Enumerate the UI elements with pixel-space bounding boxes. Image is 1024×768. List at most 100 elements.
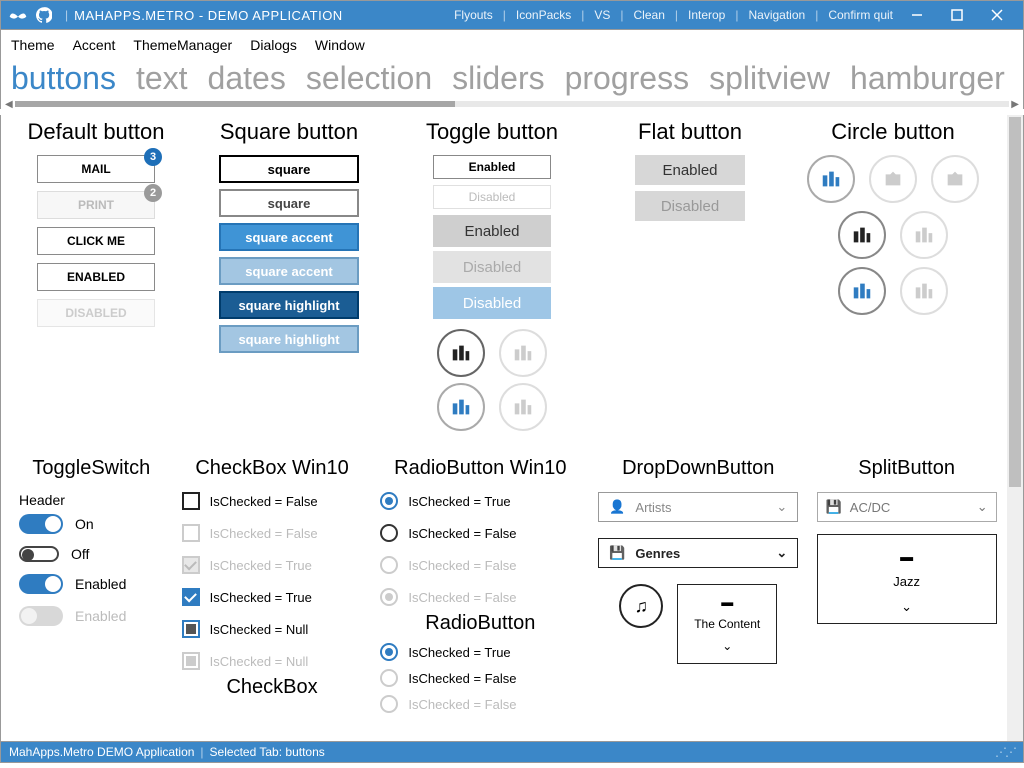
square-accent-button-2[interactable]: square accent — [219, 257, 359, 285]
checkbox-row-4[interactable]: IsChecked = Null — [182, 620, 318, 638]
tab-progress[interactable]: progress — [565, 60, 690, 97]
tab-sliders[interactable]: sliders — [452, 60, 544, 97]
tab-scrollbar-thumb[interactable] — [15, 101, 455, 107]
heading-dropdown-button: DropDownButton — [622, 457, 774, 480]
titlebar-link-clean[interactable]: Clean — [634, 8, 665, 22]
status-app-name: MahApps.Metro DEMO Application — [9, 745, 194, 759]
heading-toggle-button: Toggle button — [426, 119, 558, 145]
radio-icon[interactable] — [380, 669, 398, 687]
tab-buttons[interactable]: buttons — [11, 60, 116, 97]
checkbox-row-1: IsChecked = False — [182, 524, 318, 542]
heading-toggle-switch: ToggleSwitch — [32, 457, 150, 480]
titlebar-link-confirm-quit[interactable]: Confirm quit — [828, 8, 893, 22]
print-badge: 2 — [144, 184, 162, 202]
menu-dialogs[interactable]: Dialogs — [250, 37, 297, 53]
toggle-circle-1[interactable] — [437, 329, 485, 377]
section-radiobutton-win10: RadioButton Win10 IsChecked = True IsChe… — [380, 457, 580, 713]
chevron-down-icon: ⌄ — [977, 499, 988, 515]
mail-button[interactable]: MAIL 3 — [37, 155, 155, 183]
github-icon[interactable] — [33, 4, 55, 26]
dropdown-artists[interactable]: 👤 Artists ⌄ — [598, 492, 798, 522]
radio-row-0[interactable]: IsChecked = True — [380, 492, 516, 510]
square-highlight-button-2[interactable]: square highlight — [219, 325, 359, 353]
tab-splitview[interactable]: splitview — [709, 60, 830, 97]
toggle-enabled-small[interactable]: Enabled — [433, 155, 551, 179]
titlebar-link-flyouts[interactable]: Flyouts — [454, 8, 493, 22]
titlebar-link-interop[interactable]: Interop — [688, 8, 725, 22]
print-button[interactable]: PRINT 2 — [37, 191, 155, 219]
music-note-icon: ♫ — [634, 596, 648, 617]
status-selected-label: Selected Tab: — [210, 745, 283, 759]
tab-scrollbar-track[interactable] — [15, 101, 1009, 107]
checkbox-row-3[interactable]: IsChecked = True — [182, 588, 318, 606]
titlebar-link-iconpacks[interactable]: IconPacks — [516, 8, 571, 22]
menu-theme[interactable]: Theme — [11, 37, 55, 53]
toggle-switch-on-row: On — [19, 514, 94, 534]
circle-button-6[interactable] — [838, 267, 886, 315]
square-button-2[interactable]: square — [219, 189, 359, 217]
checkbox-icon[interactable] — [182, 588, 200, 606]
toggle-switch-enabled[interactable] — [19, 574, 63, 594]
toggle-switch-off[interactable] — [19, 546, 59, 562]
square-highlight-button-1[interactable]: square highlight — [219, 291, 359, 319]
checkbox-icon[interactable] — [182, 620, 200, 638]
clickme-button[interactable]: CLICK ME — [37, 227, 155, 255]
radio-row-3: IsChecked = False — [380, 588, 516, 606]
enabled-button[interactable]: ENABLED — [37, 263, 155, 291]
radio2-row-0[interactable]: IsChecked = True — [380, 643, 516, 661]
toggle-switch-on[interactable] — [19, 514, 63, 534]
radio-icon[interactable] — [380, 643, 398, 661]
tab-hamburger[interactable]: hamburger — [850, 60, 1005, 97]
chevron-down-icon: ⌄ — [901, 599, 912, 615]
scrollbar-thumb[interactable] — [1009, 117, 1021, 487]
titlebar-link-navigation[interactable]: Navigation — [748, 8, 805, 22]
dropdown-genres[interactable]: 💾 Genres ⌄ — [598, 538, 798, 568]
toggle-enabled-flat[interactable]: Enabled — [433, 215, 551, 247]
flat-enabled-button[interactable]: Enabled — [635, 155, 745, 185]
splitbutton-jazz[interactable]: ▬ Jazz ⌄ — [817, 534, 997, 624]
title-bar: | MAHAPPS.METRO - DEMO APPLICATION Flyou… — [0, 0, 1024, 30]
mustache-logo-icon — [7, 4, 29, 26]
tab-text[interactable]: text — [136, 60, 188, 97]
square-button-1[interactable]: square — [219, 155, 359, 183]
circle-button-1[interactable] — [807, 155, 855, 203]
person-icon: 👤 — [609, 499, 625, 515]
toggle-switch-off-row: Off — [19, 546, 89, 562]
menu-thememanager[interactable]: ThemeManager — [133, 37, 232, 53]
maximize-button[interactable] — [937, 0, 977, 30]
tab-scroll-left[interactable]: ◀ — [5, 99, 15, 110]
splitbutton-acdc[interactable]: 💾 AC/DC ⌄ — [817, 492, 997, 522]
circle-button-4[interactable] — [838, 211, 886, 259]
resize-grip-icon[interactable]: ⋰⋰ — [995, 745, 1015, 759]
minimize-button[interactable] — [897, 0, 937, 30]
menu-accent[interactable]: Accent — [73, 37, 116, 53]
section-dropdown-button: DropDownButton 👤 Artists ⌄ 💾 Genres ⌄ ♫ … — [598, 457, 798, 713]
radio-icon[interactable] — [380, 524, 398, 542]
dropdown-content-box[interactable]: ▬ The Content ⌄ — [677, 584, 777, 664]
tab-selection[interactable]: selection — [306, 60, 432, 97]
titlebar-link-vs[interactable]: VS — [594, 8, 610, 22]
toggle-circle-3[interactable] — [437, 383, 485, 431]
toggle-disabled-flat: Disabled — [433, 251, 551, 283]
vertical-scrollbar[interactable] — [1007, 115, 1023, 741]
tab-dates[interactable]: dates — [208, 60, 286, 97]
book-icon: ▬ — [721, 595, 733, 609]
square-accent-button-1[interactable]: square accent — [219, 223, 359, 251]
checkbox-icon[interactable] — [182, 492, 200, 510]
radio2-row-1[interactable]: IsChecked = False — [380, 669, 516, 687]
toggle-disabled-flat-blue: Disabled — [433, 287, 551, 319]
mail-badge: 3 — [144, 148, 162, 166]
toggle-disabled-small: Disabled — [433, 185, 551, 209]
menu-window[interactable]: Window — [315, 37, 365, 53]
radio2-row-2: IsChecked = False — [380, 695, 516, 713]
heading-default-button: Default button — [28, 119, 165, 145]
chevron-down-icon: ⌄ — [776, 545, 787, 561]
radio-row-1[interactable]: IsChecked = False — [380, 524, 516, 542]
dropdown-music-circle[interactable]: ♫ — [619, 584, 663, 628]
radio-icon[interactable] — [380, 492, 398, 510]
toggle-circle-4 — [499, 383, 547, 431]
section-checkbox-win10: CheckBox Win10 IsChecked = False IsCheck… — [182, 457, 363, 713]
checkbox-row-0[interactable]: IsChecked = False — [182, 492, 318, 510]
close-button[interactable] — [977, 0, 1017, 30]
tab-scroll-right[interactable]: ▶ — [1009, 99, 1019, 110]
